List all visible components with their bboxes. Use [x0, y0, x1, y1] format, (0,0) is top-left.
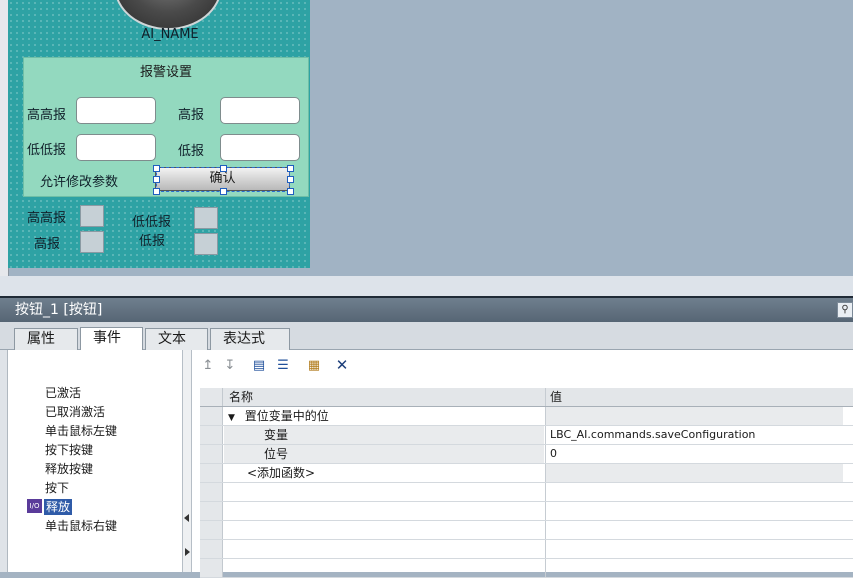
add-function[interactable]: <添加函数> — [224, 464, 544, 482]
gauge-name-label: AI_NAME — [141, 27, 199, 42]
function-row[interactable]: ▼ 置位变量中的位 — [224, 407, 544, 425]
row-stub — [200, 483, 223, 501]
alarm-settings-title: 报警设置 — [139, 65, 192, 80]
function-list-grid: 名称 值 ▼ 置位变量中的位 变量 LBC_AI.commands.saveCo… — [200, 388, 853, 578]
event-item-key-press[interactable]: 按下按键 — [45, 441, 93, 459]
high-high-label: 高高报 — [27, 108, 67, 123]
script-icon[interactable]: ▦ — [305, 356, 323, 374]
collapse-left-icon[interactable] — [184, 514, 189, 522]
expand-icon[interactable]: ☰ — [274, 356, 292, 374]
event-item-release[interactable]: 释放 — [44, 499, 73, 515]
tree-expanded-icon[interactable]: ▼ — [228, 413, 235, 423]
indicator-low-label: 低报 — [139, 234, 166, 249]
ai-faceplate: AI_NAME 报警设置 高高报 高报 低低报 低报 允许修改参数 高高报 高报… — [8, 0, 310, 268]
column-header-value[interactable]: 值 — [545, 388, 843, 406]
indicator-low-low-lamp — [194, 207, 218, 229]
high-input[interactable] — [220, 97, 300, 124]
indicator-low-low-label: 低低报 — [132, 215, 172, 230]
row-stub — [200, 502, 223, 520]
expand-right-icon[interactable] — [185, 548, 190, 556]
row-stub — [200, 464, 223, 482]
high-label: 高报 — [178, 108, 205, 123]
table-row[interactable]: <添加函数> — [200, 464, 853, 483]
function-name: 置位变量中的位 — [244, 409, 329, 423]
inspector-left-edge — [0, 350, 8, 572]
add-function-value-cell — [545, 464, 843, 482]
tab-texts[interactable]: 文本 — [145, 328, 208, 350]
resize-handle-n[interactable] — [220, 165, 227, 172]
table-row[interactable]: ▼ 置位变量中的位 — [200, 407, 853, 426]
resize-handle-nw[interactable] — [153, 165, 160, 172]
event-item-deactivated[interactable]: 已取消激活 — [45, 403, 105, 421]
event-item-key-release[interactable]: 释放按键 — [45, 460, 93, 478]
table-row — [200, 559, 853, 578]
gauge-icon — [114, 0, 222, 30]
empty-cell — [545, 521, 843, 539]
move-down-icon[interactable]: ↧ — [221, 356, 239, 374]
param-value-bit[interactable]: 0 — [545, 445, 843, 463]
delete-icon[interactable]: ✕ — [333, 356, 351, 374]
resize-handle-sw[interactable] — [153, 188, 160, 195]
low-low-label: 低低报 — [27, 143, 67, 158]
resize-handle-e[interactable] — [287, 176, 294, 183]
tab-events[interactable]: 事件 — [80, 327, 143, 351]
grid-header: 名称 值 — [200, 388, 853, 407]
table-row — [200, 483, 853, 502]
empty-cell — [545, 540, 843, 558]
indicator-high-lamp — [80, 231, 104, 253]
zoom-icon[interactable]: ⚲ — [837, 302, 853, 318]
event-item-right-click[interactable]: 单击鼠标右键 — [45, 517, 117, 535]
row-stub — [200, 407, 223, 425]
row-stub — [200, 426, 223, 444]
function-value-cell — [545, 407, 843, 425]
row-stub — [200, 388, 223, 406]
low-low-input[interactable] — [76, 134, 156, 161]
param-name-variable: 变量 — [224, 426, 544, 444]
empty-cell — [545, 483, 843, 501]
indicator-low-lamp — [194, 233, 218, 255]
resize-handle-s[interactable] — [220, 188, 227, 195]
low-label: 低报 — [178, 144, 205, 159]
row-stub — [200, 540, 223, 558]
event-list — [8, 350, 182, 572]
row-stub — [200, 445, 223, 463]
table-row — [200, 540, 853, 559]
event-script-icon: I/O — [27, 499, 42, 513]
resize-handle-ne[interactable] — [287, 165, 294, 172]
high-high-input[interactable] — [76, 97, 156, 124]
empty-cell — [545, 502, 843, 520]
event-item-click[interactable]: 单击鼠标左键 — [45, 422, 117, 440]
indicator-high-high-label: 高高报 — [27, 211, 67, 226]
table-row — [200, 502, 853, 521]
event-list-splitter[interactable] — [182, 350, 192, 572]
inspector-title: 按钮_1 [按钮] — [0, 298, 853, 322]
indicator-high-high-lamp — [80, 205, 104, 227]
tab-properties[interactable]: 属性 — [14, 328, 78, 350]
param-name-bit: 位号 — [224, 445, 544, 463]
column-header-name[interactable]: 名称 — [224, 388, 544, 406]
resize-handle-se[interactable] — [287, 188, 294, 195]
row-stub — [200, 559, 223, 577]
row-stub — [200, 521, 223, 539]
low-input[interactable] — [220, 134, 300, 161]
tab-expressions[interactable]: 表达式 — [210, 328, 290, 350]
table-row[interactable]: 位号 0 — [200, 445, 853, 464]
event-item-activated[interactable]: 已激活 — [45, 384, 81, 402]
event-item-press[interactable]: 按下 — [45, 479, 69, 497]
canvas-bottom-band — [0, 276, 853, 296]
resize-handle-w[interactable] — [153, 176, 160, 183]
table-row[interactable]: 变量 LBC_AI.commands.saveConfiguration — [200, 426, 853, 445]
table-row — [200, 521, 853, 540]
empty-cell — [545, 559, 843, 577]
indicator-high-label: 高报 — [34, 237, 61, 252]
collapse-icon[interactable]: ▤ — [250, 356, 268, 374]
allow-modify-label: 允许修改参数 — [40, 175, 119, 190]
param-value-variable[interactable]: LBC_AI.commands.saveConfiguration — [545, 426, 843, 444]
move-up-icon[interactable]: ↥ — [199, 356, 217, 374]
